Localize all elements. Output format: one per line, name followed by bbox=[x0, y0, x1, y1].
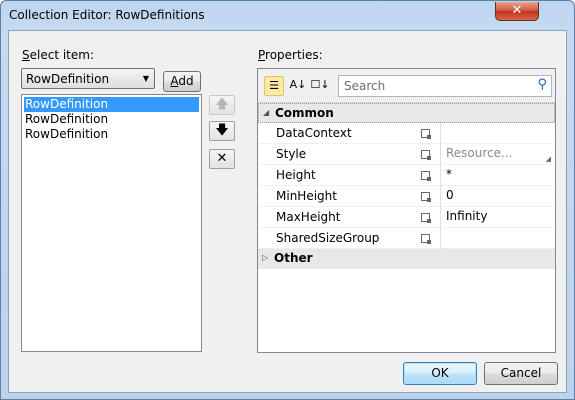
properties-label: Properties: bbox=[258, 48, 323, 62]
collapse-icon[interactable]: ◢ bbox=[263, 104, 269, 122]
category-other[interactable]: ▷ Other bbox=[258, 249, 555, 269]
property-name: Height bbox=[276, 168, 316, 182]
ok-button[interactable]: OK bbox=[403, 362, 477, 385]
filter-icon[interactable]: ☐↓ bbox=[310, 76, 330, 96]
property-grid-toolbar: ☰ A↓ ☐↓ Search ⚲ bbox=[258, 69, 555, 103]
list-item[interactable]: RowDefinition bbox=[24, 97, 199, 112]
close-button[interactable]: ✕ bbox=[495, 2, 539, 21]
category-common[interactable]: ◢ Common bbox=[258, 103, 555, 123]
property-name: DataContext bbox=[276, 126, 352, 140]
title-bar[interactable]: Collection Editor: RowDefinitions ✕ bbox=[1, 1, 574, 31]
chevron-down-icon: ▼ bbox=[142, 74, 149, 83]
property-marker-icon[interactable] bbox=[421, 234, 431, 244]
property-grid: ☰ A↓ ☐↓ Search ⚲ ◢ Common DataContext St… bbox=[257, 68, 556, 353]
property-name: MinHeight bbox=[276, 189, 337, 203]
property-value[interactable]: 0 bbox=[440, 186, 555, 207]
category-label: Other bbox=[274, 251, 313, 265]
search-placeholder: Search bbox=[344, 79, 386, 93]
category-label: Common bbox=[275, 106, 334, 120]
list-item[interactable]: RowDefinition bbox=[22, 112, 201, 127]
dialog-body: Select item: RowDefinition ▼ Add RowDefi… bbox=[8, 30, 567, 393]
property-row-datacontext[interactable]: DataContext bbox=[258, 123, 555, 144]
property-name: Style bbox=[276, 147, 307, 161]
property-name: SharedSizeGroup bbox=[276, 231, 380, 245]
property-row-sharedsizegroup[interactable]: SharedSizeGroup bbox=[258, 228, 555, 249]
property-row-style[interactable]: Style Resource... ◢ bbox=[258, 144, 555, 165]
window-title: Collection Editor: RowDefinitions bbox=[9, 8, 205, 22]
categorize-icon[interactable]: ☰ bbox=[264, 76, 284, 96]
property-row-minheight[interactable]: MinHeight 0 bbox=[258, 186, 555, 207]
remove-item-button[interactable]: ✕ bbox=[209, 149, 235, 169]
property-name: MaxHeight bbox=[276, 210, 341, 224]
delete-icon: ✕ bbox=[216, 151, 228, 166]
property-search-input[interactable]: Search ⚲ bbox=[338, 75, 552, 97]
property-marker-icon[interactable] bbox=[421, 129, 431, 139]
property-marker-icon[interactable] bbox=[421, 192, 431, 202]
cancel-button[interactable]: Cancel bbox=[484, 362, 558, 385]
select-item-label: Select item: bbox=[22, 48, 94, 62]
property-value[interactable] bbox=[440, 123, 555, 144]
property-marker-icon[interactable] bbox=[421, 213, 431, 223]
property-list: ◢ Common DataContext Style Resource... ◢ bbox=[258, 103, 555, 269]
items-listbox[interactable]: RowDefinition RowDefinition RowDefinitio… bbox=[21, 94, 202, 352]
property-marker-icon[interactable] bbox=[421, 150, 431, 160]
property-value[interactable]: Infinity bbox=[440, 207, 555, 228]
property-marker-icon[interactable] bbox=[421, 171, 431, 181]
expand-icon[interactable]: ▷ bbox=[262, 249, 268, 267]
add-button[interactable]: Add bbox=[163, 71, 201, 92]
item-type-dropdown-value: RowDefinition bbox=[26, 72, 110, 86]
dropdown-corner-icon: ◢ bbox=[545, 155, 551, 163]
item-type-dropdown[interactable]: RowDefinition ▼ bbox=[21, 68, 155, 89]
property-row-height[interactable]: Height * bbox=[258, 165, 555, 186]
sort-alphabetical-icon[interactable]: A↓ bbox=[288, 76, 308, 96]
list-item[interactable]: RowDefinition bbox=[22, 127, 201, 142]
collection-editor-window: Collection Editor: RowDefinitions ✕ Sele… bbox=[0, 0, 575, 400]
search-icon[interactable]: ⚲ bbox=[537, 77, 547, 92]
arrow-down-icon: 🡇 bbox=[215, 123, 229, 138]
arrow-up-icon: 🡅 bbox=[215, 97, 229, 112]
property-value[interactable]: Resource... ◢ bbox=[440, 144, 555, 165]
property-row-maxheight[interactable]: MaxHeight Infinity bbox=[258, 207, 555, 228]
move-down-button[interactable]: 🡇 bbox=[209, 121, 235, 141]
move-up-button[interactable]: 🡅 bbox=[209, 95, 235, 115]
property-value[interactable] bbox=[440, 228, 555, 249]
property-value[interactable]: * bbox=[440, 165, 555, 186]
